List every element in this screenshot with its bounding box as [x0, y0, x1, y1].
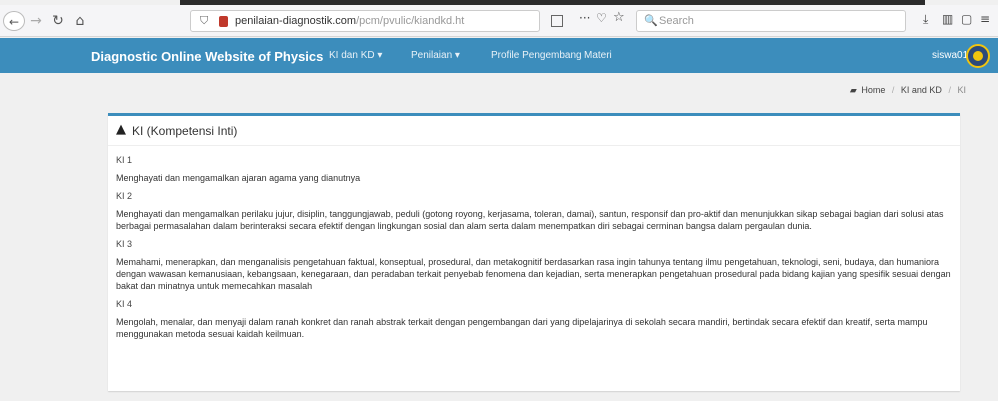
ki-4-text: Mengolah, menalar, dan menyaji dalam ran…: [116, 317, 928, 339]
breadcrumb-separator: /: [948, 85, 951, 95]
shield-icon: ⛉: [200, 14, 209, 27]
site-identity-icon[interactable]: [219, 16, 228, 27]
url-path: /pcm/pvulic/kiandkd.ht: [356, 15, 465, 27]
url-text[interactable]: penilaian-diagnostik.com/pcm/pvulic/kian…: [235, 15, 464, 27]
breadcrumb-separator: /: [891, 85, 895, 95]
home-button[interactable]: ⌂: [72, 11, 88, 31]
breadcrumb-ki-kd[interactable]: KI and KD: [901, 85, 942, 95]
url-host: penilaian-diagnostik.com: [235, 15, 357, 27]
warning-icon: ▲: [116, 122, 126, 137]
ki-1-text: Menghayati dan mengamalkan ajaran agama …: [116, 173, 361, 183]
back-button[interactable]: ←: [3, 11, 25, 31]
box-body: KI 1 Menghayati dan mengamalkan ajaran a…: [116, 148, 954, 344]
page-actions-icon[interactable]: ···: [579, 11, 590, 25]
browser-toolbar: ← → ↻ ⌂ ⛉ penilaian-diagnostik.com/pcm/p…: [0, 5, 998, 37]
box-header: ▲ KI (Kompetensi Inti): [108, 116, 960, 146]
menu-icon[interactable]: ≡: [980, 12, 990, 26]
reload-button[interactable]: ↻: [50, 11, 66, 31]
pocket-icon[interactable]: ♡: [596, 11, 607, 25]
home-icon: ▰: [849, 86, 857, 96]
search-bar[interactable]: 🔍 Search: [636, 10, 906, 32]
ki-3-text: Memahami, menerapkan, dan menganalisis p…: [116, 257, 951, 291]
address-bar[interactable]: ⛉ penilaian-diagnostik.com/pcm/pvulic/ki…: [190, 10, 540, 32]
site-navbar: Diagnostic Online Website of Physics KI …: [0, 38, 998, 73]
breadcrumb-current: KI: [957, 85, 966, 95]
download-icon[interactable]: ⤓: [923, 12, 928, 27]
forward-button[interactable]: →: [28, 11, 44, 31]
nav-ki-kd-dropdown[interactable]: KI dan KD ▾: [329, 50, 382, 61]
box-title: KI (Kompetensi Inti): [132, 124, 238, 138]
bookmark-star-icon[interactable]: ☆: [613, 10, 625, 25]
ki-2-label: KI 2: [116, 191, 133, 201]
reader-view-icon[interactable]: [551, 15, 563, 27]
library-icon[interactable]: ▥: [942, 12, 953, 26]
nav-materi[interactable]: Materi: [584, 50, 612, 61]
ki-3-label: KI 3: [116, 239, 133, 249]
search-icon: 🔍: [644, 14, 658, 27]
search-placeholder: Search: [659, 15, 694, 27]
breadcrumb-home[interactable]: Home: [861, 85, 885, 95]
sidebar-icon[interactable]: ▢: [961, 12, 972, 26]
ki-4-label: KI 4: [116, 299, 133, 309]
ki-1-label: KI 1: [116, 155, 133, 165]
user-name[interactable]: siswa01: [932, 50, 968, 61]
user-avatar[interactable]: [966, 44, 990, 68]
breadcrumb: ▰ Home / KI and KD / KI: [850, 85, 966, 96]
site-brand[interactable]: Diagnostic Online Website of Physics: [91, 49, 323, 64]
nav-profile-pengembang[interactable]: Profile Pengembang: [491, 50, 582, 61]
nav-penilaian-dropdown[interactable]: Penilaian ▾: [411, 50, 460, 61]
ki-2-text: Menghayati dan mengamalkan perilaku juju…: [116, 209, 944, 231]
ki-box: ▲ KI (Kompetensi Inti) KI 1 Menghayati d…: [108, 113, 960, 391]
